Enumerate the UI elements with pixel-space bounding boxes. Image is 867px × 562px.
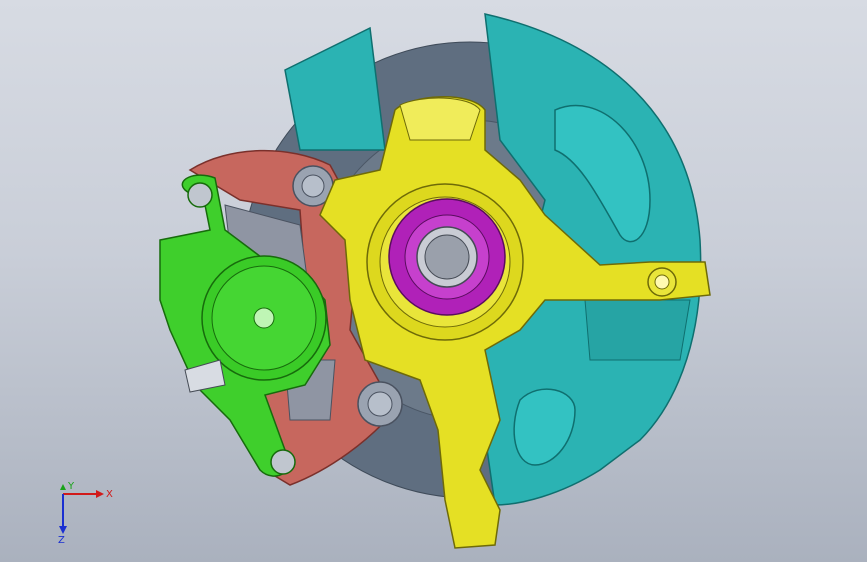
z-axis-arrow: [59, 526, 67, 534]
y-axis-label: Y: [67, 482, 75, 492]
hub-bearing[interactable]: [388, 198, 506, 316]
x-axis-label: X: [106, 489, 113, 500]
axis-triad: X Y Z: [58, 482, 113, 544]
cad-viewport[interactable]: [0, 0, 867, 562]
x-axis-arrow: [96, 490, 104, 498]
z-axis-label: Z: [58, 535, 65, 544]
y-axis-arrow: [60, 484, 66, 490]
